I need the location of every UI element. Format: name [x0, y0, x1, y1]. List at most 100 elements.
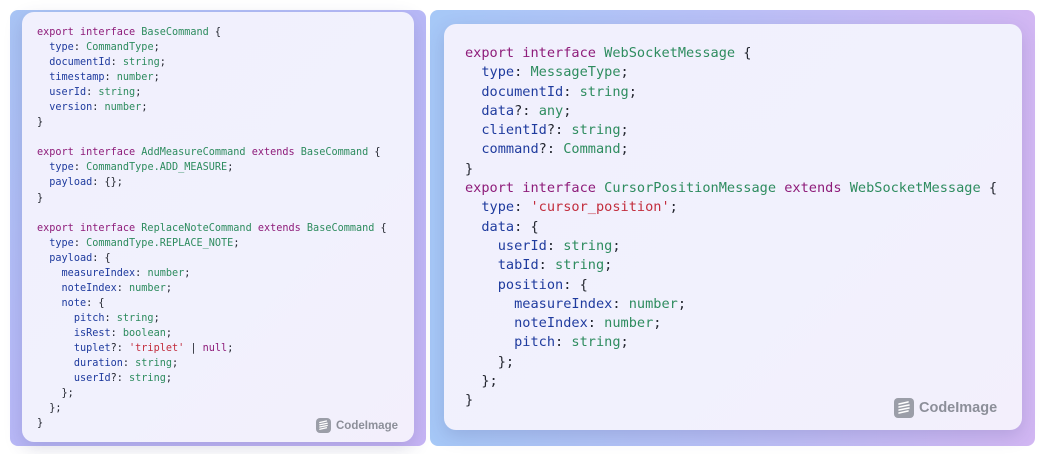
code-line: type: CommandType;: [37, 40, 387, 55]
code-token: number: [604, 315, 654, 332]
code-token: {: [980, 180, 998, 197]
code-token: position: [497, 276, 564, 293]
code-token: }: [37, 192, 44, 204]
code-line: tuplet?: 'triplet' | null;: [37, 341, 387, 356]
code-token: measureIndex: [61, 267, 136, 279]
code-line: type: MessageType;: [465, 63, 997, 82]
code-token: documentId: [481, 83, 564, 100]
code-token: ;: [563, 102, 572, 119]
code-token: : {: [92, 252, 111, 264]
code-token: :: [514, 64, 531, 81]
code-line: note: {: [37, 296, 387, 311]
left-code-block: export interface BaseCommand { type: Com…: [37, 25, 387, 431]
code-token: ;: [227, 162, 234, 174]
code-token: string: [555, 257, 605, 274]
code-line: };: [37, 386, 387, 401]
right-code-block: export interface WebSocketMessage { type…: [465, 44, 997, 411]
code-token: string: [129, 373, 166, 385]
code-token: duration: [73, 358, 123, 370]
code-token: type: [49, 237, 74, 249]
code-token: extends: [251, 147, 295, 159]
code-token: ;: [184, 267, 191, 279]
code-token: :: [514, 199, 531, 216]
code-token: export: [37, 222, 74, 234]
code-line: }: [37, 115, 387, 130]
code-token: :: [110, 327, 123, 339]
code-token: string: [135, 358, 172, 370]
code-token: string: [571, 122, 621, 139]
code-token: :: [555, 334, 572, 351]
code-token: extends: [784, 180, 842, 197]
code-token: AddMeasureCommand: [141, 147, 246, 159]
code-token: tuplet: [73, 342, 111, 354]
code-token: ;: [677, 295, 686, 312]
code-line: isRest: boolean;: [37, 326, 387, 341]
code-token: string: [122, 57, 160, 69]
code-token: measureIndex: [514, 295, 613, 312]
code-token: ;: [620, 334, 629, 351]
code-token: }: [37, 418, 44, 430]
code-token: ;: [620, 64, 629, 81]
code-token: export: [37, 147, 74, 159]
code-token: string: [563, 237, 613, 254]
code-token: any: [538, 102, 564, 119]
code-token: string: [98, 87, 136, 99]
code-token: number: [147, 267, 185, 279]
brand-label: CodeImage: [336, 419, 398, 432]
code-token: :: [563, 83, 580, 100]
code-token: userId: [497, 237, 547, 254]
code-line: userId: string;: [465, 237, 997, 256]
code-token: ;: [653, 315, 662, 332]
code-token: {: [368, 147, 381, 159]
code-line: timestamp: number;: [37, 70, 387, 85]
code-token: type: [49, 162, 74, 174]
code-token: data: [481, 102, 515, 119]
code-token: WebSocketMessage: [604, 45, 736, 61]
code-line: clientId?: string;: [465, 121, 997, 140]
code-token: note: [61, 297, 87, 309]
code-token: ;: [153, 72, 160, 84]
code-line: noteIndex: number;: [465, 314, 997, 333]
code-line: pitch: string;: [37, 311, 387, 326]
code-token: version: [49, 102, 93, 114]
code-token: isRest: [73, 327, 111, 339]
code-token: payload: [49, 177, 93, 189]
code-token: :: [73, 42, 87, 54]
code-token: type: [481, 199, 515, 216]
code-line: data?: any;: [465, 102, 997, 121]
code-token: number: [129, 282, 166, 294]
code-line: type: 'cursor_position';: [465, 198, 997, 217]
codeimage-logo-icon: [316, 418, 331, 433]
code-token: ?:: [514, 102, 539, 119]
code-token: :: [538, 257, 556, 274]
code-token: :: [116, 282, 130, 294]
code-token: ;: [165, 282, 172, 294]
code-token: CursorPositionMessage: [604, 180, 777, 197]
code-token: command: [481, 141, 539, 158]
code-token: interface: [522, 45, 596, 61]
code-token: ;: [620, 122, 629, 139]
code-line: payload: {: [37, 251, 387, 266]
code-line: };: [465, 353, 997, 372]
code-token: :: [73, 162, 87, 174]
code-token: noteIndex: [514, 315, 588, 332]
code-line: documentId: string;: [465, 83, 997, 102]
code-token: ?:: [110, 373, 130, 385]
code-token: pitch: [514, 334, 556, 351]
code-token: ;: [141, 102, 148, 114]
